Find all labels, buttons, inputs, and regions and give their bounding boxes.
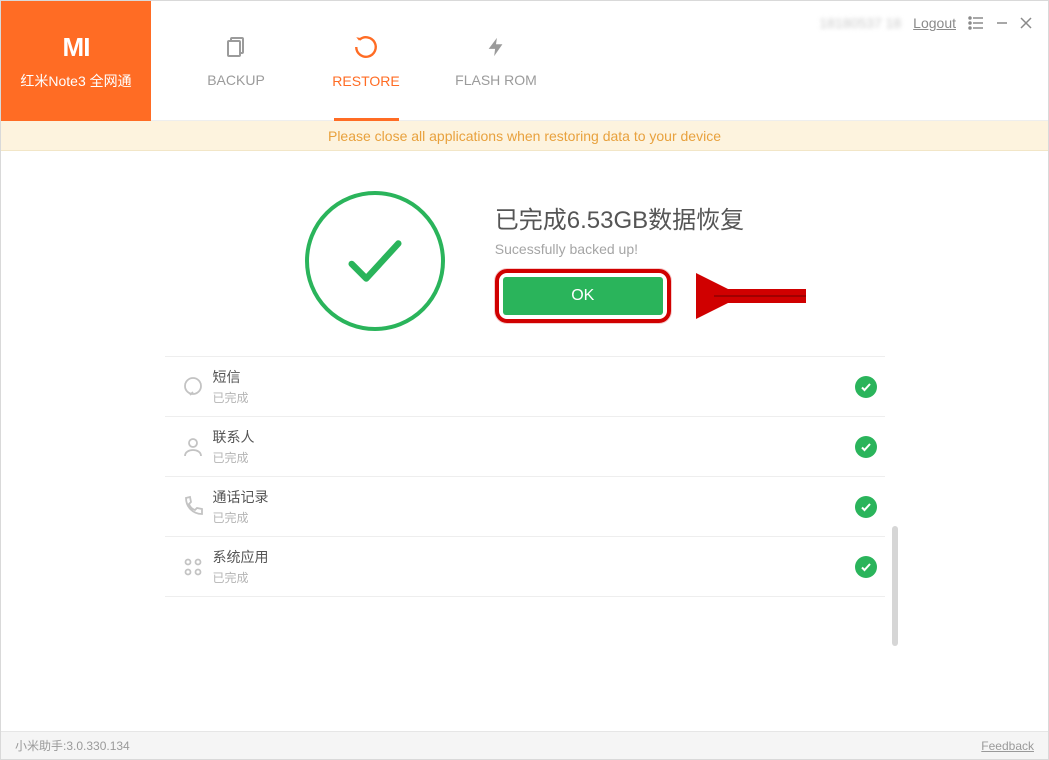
tab-flash-label: FLASH ROM — [455, 72, 537, 88]
person-icon — [173, 435, 213, 459]
apps-icon — [173, 555, 213, 579]
success-check-icon — [305, 191, 445, 331]
result-title: 已完成6.53GB数据恢复 — [495, 200, 744, 235]
list-item: 通话记录 已完成 — [165, 477, 885, 537]
ok-button[interactable]: OK — [503, 277, 663, 315]
tab-flash-rom[interactable]: FLASH ROM — [431, 1, 561, 121]
scrollbar-thumb[interactable] — [892, 526, 898, 646]
restore-icon — [353, 34, 379, 63]
item-title: 联系人 — [213, 427, 855, 447]
user-id: 18180537 18 — [819, 15, 901, 31]
item-title: 系统应用 — [213, 547, 855, 567]
item-status: 已完成 — [213, 509, 855, 526]
result-row: 已完成6.53GB数据恢复 Sucessfully backed up! OK — [1, 191, 1048, 331]
check-icon — [855, 556, 877, 578]
minimize-button[interactable] — [996, 17, 1008, 29]
logout-link[interactable]: Logout — [913, 15, 956, 31]
tab-backup[interactable]: BACKUP — [171, 1, 301, 121]
backup-icon — [224, 35, 248, 62]
notice-banner: Please close all applications when resto… — [1, 121, 1048, 151]
app-window: MI 红米Note3 全网通 BACKUP — [0, 0, 1049, 760]
check-icon — [855, 376, 877, 398]
close-button[interactable] — [1020, 17, 1032, 29]
list-item: 系统应用 已完成 — [165, 537, 885, 597]
check-icon — [855, 496, 877, 518]
mi-logo-icon: MI — [63, 32, 90, 63]
chat-icon — [173, 375, 213, 399]
nav-tabs: BACKUP RESTORE FLASH ROM — [171, 1, 561, 121]
device-tile[interactable]: MI 红米Note3 全网通 — [1, 1, 151, 121]
item-title: 通话记录 — [213, 487, 855, 507]
item-status: 已完成 — [213, 569, 855, 586]
annotation-arrow-icon — [696, 271, 816, 321]
tab-restore[interactable]: RESTORE — [301, 1, 431, 121]
main-content: 已完成6.53GB数据恢复 Sucessfully backed up! OK — [1, 151, 1048, 731]
item-status: 已完成 — [213, 389, 855, 406]
ok-highlight-box: OK — [495, 269, 671, 323]
list-item: 短信 已完成 — [165, 357, 885, 417]
phone-icon — [173, 495, 213, 519]
device-name: 红米Note3 全网通 — [20, 71, 131, 91]
notice-text: Please close all applications when resto… — [328, 128, 721, 144]
item-title: 短信 — [213, 367, 855, 387]
list-item: 联系人 已完成 — [165, 417, 885, 477]
result-subtitle: Sucessfully backed up! — [495, 241, 744, 257]
menu-icon[interactable] — [968, 16, 984, 30]
status-bar: 小米助手:3.0.330.134 Feedback — [1, 731, 1048, 759]
check-icon — [855, 436, 877, 458]
flash-icon — [485, 35, 507, 62]
tab-restore-label: RESTORE — [332, 73, 399, 89]
tab-backup-label: BACKUP — [207, 72, 265, 88]
window-controls: 18180537 18 Logout — [819, 15, 1032, 31]
version-label: 小米助手:3.0.330.134 — [15, 737, 130, 754]
feedback-link[interactable]: Feedback — [981, 739, 1034, 753]
restore-items-list: 短信 已完成 联系人 已完成 — [165, 356, 885, 597]
topbar: MI 红米Note3 全网通 BACKUP — [1, 1, 1048, 121]
item-status: 已完成 — [213, 449, 855, 466]
